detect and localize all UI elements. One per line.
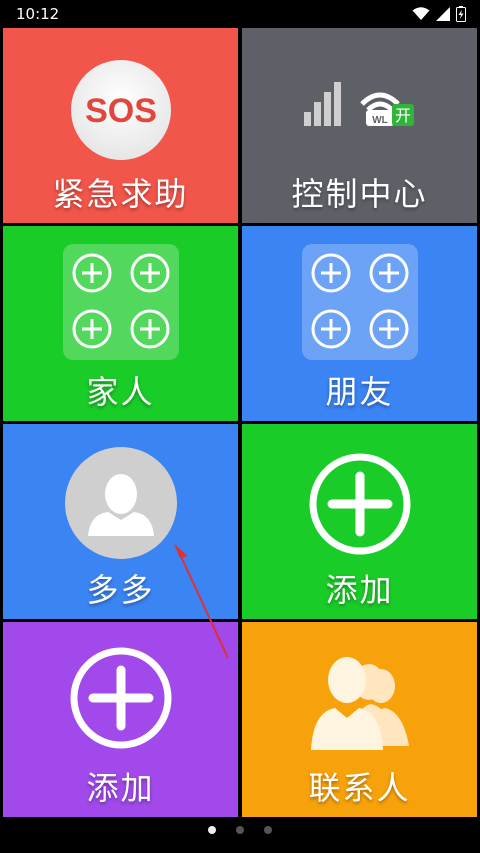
tile-label: 多多 [86,571,155,609]
add-icon [309,453,410,555]
svg-text:WL: WL [372,115,388,126]
tile-family[interactable]: 家人 [3,226,238,421]
tile-label: 添加 [86,769,155,807]
svg-text:SOS: SOS [85,92,157,130]
tile-add-contact[interactable]: 添加 [242,424,477,619]
page-dot[interactable] [264,826,272,834]
contacts-people-icon [310,657,409,750]
tile-label: 控制中心 [291,175,428,213]
tile-friends[interactable]: 朋友 [242,226,477,421]
svg-text:开: 开 [394,106,410,125]
tile-label: 家人 [86,373,155,411]
tile-label: 添加 [325,571,394,609]
add-icon [70,647,171,749]
page-indicator[interactable] [0,826,480,838]
tile-add-contact[interactable]: 添加 [3,622,238,817]
tile-emergency-help[interactable]: SOS 紧急求助 [3,28,238,223]
tile-label: 紧急求助 [52,175,189,213]
tile-contacts[interactable]: 联系人 [242,622,477,817]
wifi-icon [412,7,430,20]
launcher-grid: SOS 紧急求助 WL 开 控制中心 家人 朋友 多多 添加 添加 联系人 [3,28,477,818]
tile-control-center[interactable]: WL 开 控制中心 [242,28,477,223]
tile-label: 联系人 [308,769,411,807]
tile-label: 朋友 [325,373,394,411]
tile-contact-duoduo[interactable]: 多多 [3,424,238,619]
signal-icon [436,7,450,21]
add-contacts-grid-icon [301,244,418,360]
page-dot-active[interactable] [208,826,216,834]
avatar-icon [64,447,177,559]
status-bar: 10:12 [0,0,480,28]
sos-icon: SOS [70,60,171,160]
status-time: 10:12 [16,5,60,23]
page-dot[interactable] [236,826,244,834]
add-contacts-grid-icon [62,244,179,360]
battery-icon [456,6,466,22]
signal-wifi-icon: WL 开 [303,82,414,126]
